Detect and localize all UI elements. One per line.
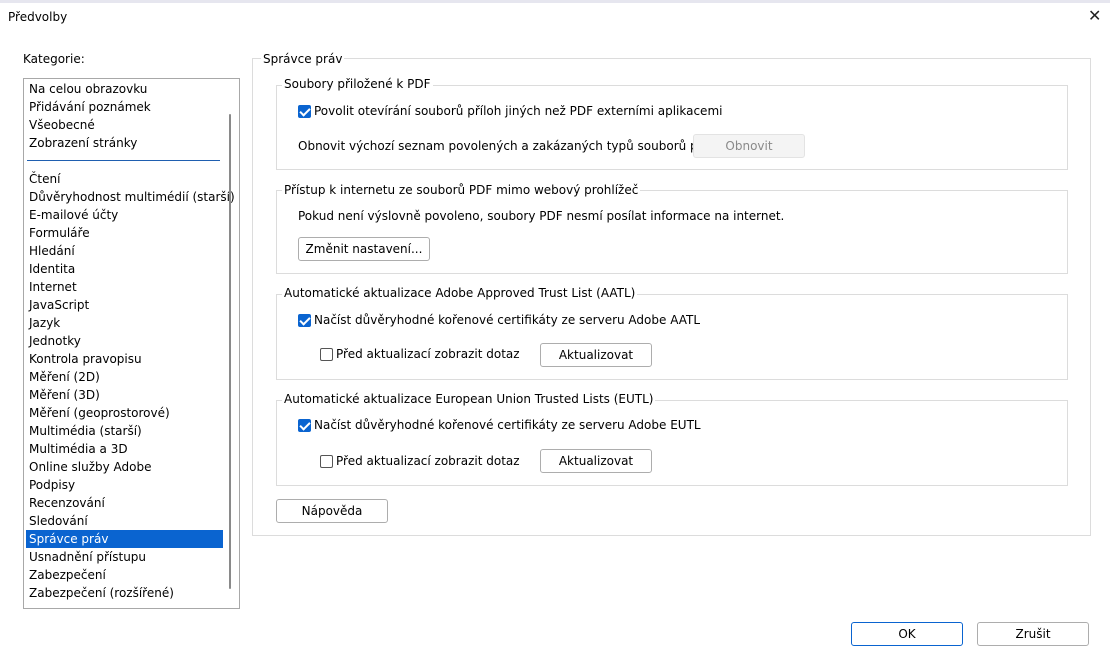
- eutl-update-button[interactable]: Aktualizovat: [540, 449, 652, 473]
- allow-attachments-checkbox[interactable]: [298, 105, 311, 118]
- category-item[interactable]: Recenzování: [26, 494, 223, 512]
- restore-list-label: Obnovit výchozí seznam povolených a zaká…: [298, 139, 729, 153]
- category-item[interactable]: Měření (3D): [26, 386, 223, 404]
- eutl-ask-label: Před aktualizací zobrazit dotaz: [336, 454, 520, 468]
- category-item[interactable]: Jednotky: [26, 332, 223, 350]
- eutl-load-checkbox[interactable]: [298, 419, 311, 432]
- help-button[interactable]: Nápověda: [276, 499, 388, 523]
- restore-button[interactable]: Obnovit: [693, 134, 805, 158]
- aatl-ask-label: Před aktualizací zobrazit dotaz: [336, 347, 520, 361]
- background-window-strip: [0, 0, 1110, 3]
- eutl-load-label: Načíst důvěryhodné kořenové certifikáty …: [314, 418, 701, 432]
- aatl-update-button[interactable]: Aktualizovat: [540, 343, 652, 367]
- internet-group: [276, 190, 1068, 274]
- change-settings-button[interactable]: Změnit nastavení...: [298, 237, 430, 261]
- category-item[interactable]: Multimédia (starší): [26, 422, 223, 440]
- category-item[interactable]: Formuláře: [26, 224, 223, 242]
- category-item[interactable]: Zobrazení stránky: [26, 134, 223, 152]
- category-item[interactable]: Multimédia a 3D: [26, 440, 223, 458]
- aatl-group-title: Automatické aktualizace Adobe Approved T…: [282, 286, 638, 300]
- window-title: Předvolby: [8, 10, 68, 24]
- category-item[interactable]: Čtení: [26, 170, 223, 188]
- category-item[interactable]: Přidávání poznámek: [26, 98, 223, 116]
- ok-button[interactable]: OK: [851, 622, 963, 646]
- categories-label: Kategorie:: [23, 52, 85, 66]
- attachments-group-title: Soubory přiložené k PDF: [282, 77, 433, 91]
- aatl-ask-checkbox[interactable]: [320, 348, 333, 361]
- category-item[interactable]: Na celou obrazovku: [26, 80, 223, 98]
- categories-listbox[interactable]: Na celou obrazovku Přidávání poznámek Všeo…: [23, 78, 240, 609]
- category-item[interactable]: Internet: [26, 278, 223, 296]
- aatl-load-label: Načíst důvěryhodné kořenové certifikáty …: [314, 313, 701, 327]
- category-item[interactable]: Sledování: [26, 512, 223, 530]
- eutl-ask-checkbox[interactable]: [320, 455, 333, 468]
- category-item[interactable]: Všeobecné: [26, 116, 223, 134]
- cancel-button[interactable]: Zrušit: [977, 622, 1089, 646]
- category-item[interactable]: Zabezpečení (rozšířené): [26, 584, 223, 602]
- category-item[interactable]: Jazyk: [26, 314, 223, 332]
- category-item-selected[interactable]: Správce práv: [26, 530, 223, 548]
- category-item[interactable]: Měření (geoprostorové): [26, 404, 223, 422]
- close-icon[interactable]: ✕: [1088, 8, 1101, 24]
- aatl-load-checkbox[interactable]: [298, 314, 311, 327]
- eutl-group: [276, 400, 1068, 486]
- attachments-group: [276, 85, 1068, 170]
- category-item[interactable]: Zabezpečení: [26, 566, 223, 584]
- category-item[interactable]: Hledání: [26, 242, 223, 260]
- category-item[interactable]: Měření (2D): [26, 368, 223, 386]
- category-item[interactable]: Kontrola pravopisu: [26, 350, 223, 368]
- category-item[interactable]: Důvěryhodnost multimédií (starší): [26, 188, 235, 206]
- internet-info-text: Pokud není výslovně povoleno, soubory PD…: [298, 209, 785, 223]
- panel-title: Správce práv: [261, 52, 345, 66]
- category-item[interactable]: JavaScript: [26, 296, 223, 314]
- pinned-separator: [27, 160, 220, 161]
- category-item[interactable]: Podpisy: [26, 476, 223, 494]
- allow-attachments-label: Povolit otevírání souborů příloh jiných …: [314, 104, 723, 118]
- category-item[interactable]: Usnadnění přístupu: [26, 548, 223, 566]
- category-item[interactable]: E-mailové účty: [26, 206, 223, 224]
- category-item[interactable]: Identita: [26, 260, 223, 278]
- internet-group-title: Přístup k internetu ze souborů PDF mimo …: [282, 183, 641, 197]
- eutl-group-title: Automatické aktualizace European Union T…: [282, 392, 656, 406]
- listbox-scrollbar[interactable]: [229, 114, 231, 589]
- aatl-group: [276, 294, 1068, 380]
- category-item[interactable]: Online služby Adobe: [26, 458, 223, 476]
